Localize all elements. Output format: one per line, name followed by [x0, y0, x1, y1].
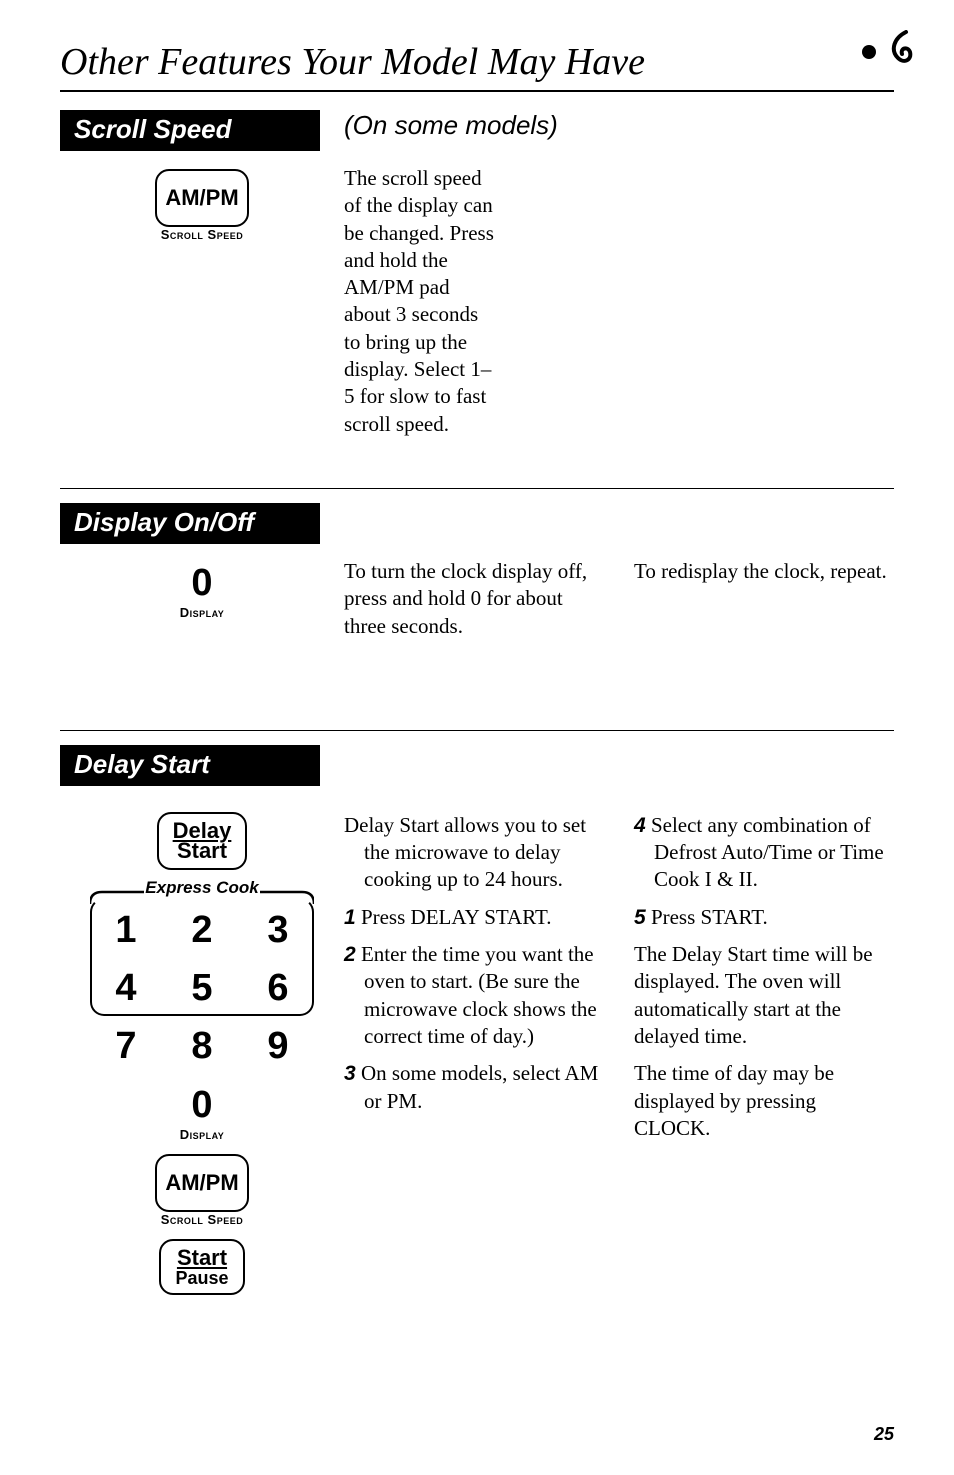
start-button-line1: Start: [177, 1247, 227, 1269]
digit-5: 5: [172, 967, 232, 1010]
delay-start-graphic-col: Delay Start Express Cook 1 2 3 4 5 6 7 8…: [60, 786, 344, 1295]
display-rule: [60, 488, 894, 489]
start-pause-button: Start Pause: [159, 1239, 245, 1295]
zero-digit: 0: [60, 562, 344, 605]
delay-button-line2: Start: [177, 840, 227, 862]
display-onoff-header: Display On/Off: [60, 503, 320, 544]
delay-step-2: 2 Enter the time you want the oven to st…: [344, 941, 604, 1050]
scroll-speed-header-row: Scroll Speed (On some models): [60, 110, 894, 151]
keypad-frame-top-connector: [90, 890, 314, 906]
display-onoff-body-row: 0 Display To turn the clock display off,…: [60, 544, 894, 650]
scroll-speed-header: Scroll Speed: [60, 110, 320, 151]
delay-rule: [60, 730, 894, 731]
digit-7: 7: [96, 1025, 156, 1068]
ampm-button-delay-label: AM/PM: [165, 1172, 238, 1194]
digit-6: 6: [248, 967, 308, 1010]
display-onoff-right-text: To redisplay the clock, repeat.: [634, 558, 894, 650]
corner-icon-group: [862, 30, 914, 74]
page-title: Other Features Your Model May Have: [60, 40, 894, 84]
scroll-speed-subtitle: (On some models): [344, 110, 558, 141]
scroll-speed-text: The scroll speed of the display can be c…: [344, 165, 494, 448]
delay-step-3: 3 On some models, select AM or PM.: [344, 1060, 604, 1115]
delay-right-col: 4 Select any combination of Defrost Auto…: [634, 812, 894, 1152]
ampm-button-delay: AM/PM: [155, 1154, 249, 1212]
ampm-caption-delay: Scroll Speed: [60, 1212, 344, 1227]
delay-step-4: 4 Select any combination of Defrost Auto…: [634, 812, 894, 894]
keypad: 1 2 3 4 5 6 7 8 9: [96, 902, 308, 1076]
start-button-line2: Pause: [175, 1269, 228, 1287]
bullet-icon: [862, 45, 876, 59]
digit-9: 9: [248, 1025, 308, 1068]
scroll-speed-paragraph: The scroll speed of the display can be c…: [344, 165, 494, 438]
delay-start-header: Delay Start: [60, 745, 320, 786]
title-rule: [60, 90, 894, 92]
digit-2: 2: [172, 909, 232, 952]
delay-step-5: 5 Press START.: [634, 904, 894, 931]
display-onoff-left-p: To turn the clock display off, press and…: [344, 558, 604, 640]
delay-start-button: Delay Start: [157, 812, 247, 870]
display-onoff-graphic-col: 0 Display: [60, 544, 344, 620]
zero-caption-delay: Display: [60, 1127, 344, 1142]
ampm-button: AM/PM: [155, 169, 249, 227]
display-onoff-left-text: To turn the clock display off, press and…: [344, 558, 604, 650]
zero-caption: Display: [60, 605, 344, 620]
delay-intro: Delay Start allows you to set the microw…: [344, 812, 604, 894]
delay-start-body-row: Delay Start Express Cook 1 2 3 4 5 6 7 8…: [60, 786, 894, 1295]
delay-left-col: Delay Start allows you to set the microw…: [344, 812, 604, 1152]
delay-after-2: The time of day may be displayed by pres…: [634, 1060, 894, 1142]
display-onoff-right-p: To redisplay the clock, repeat.: [634, 558, 894, 585]
digit-4: 4: [96, 967, 156, 1010]
delay-step-1: 1 Press DELAY START.: [344, 904, 604, 931]
digit-8: 8: [172, 1025, 232, 1068]
scroll-speed-text-cols: The scroll speed of the display can be c…: [344, 151, 674, 448]
digit-3: 3: [248, 909, 308, 952]
zero-digit-delay: 0: [60, 1084, 344, 1127]
scroll-speed-body-row: AM/PM Scroll Speed The scroll speed of t…: [60, 151, 894, 448]
swirl-logo-icon: [884, 30, 914, 74]
ampm-button-label: AM/PM: [165, 187, 238, 209]
ampm-button-caption: Scroll Speed: [60, 227, 344, 242]
digit-1: 1: [96, 909, 156, 952]
delay-after-1: The Delay Start time will be displayed. …: [634, 941, 894, 1050]
scroll-speed-graphic-col: AM/PM Scroll Speed: [60, 151, 344, 242]
page-number: 25: [874, 1424, 894, 1445]
